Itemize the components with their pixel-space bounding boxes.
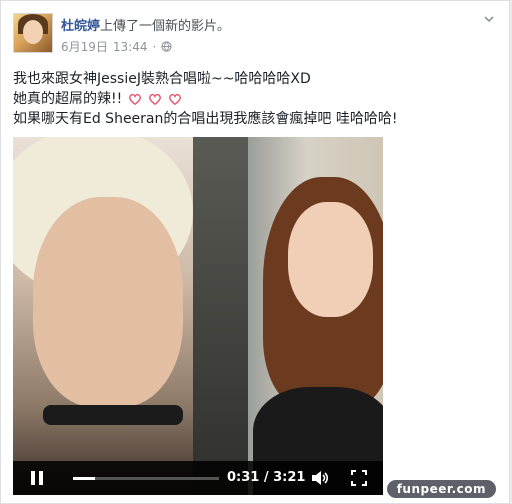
caption-line-1: 我也來跟女神JessieJ裝熟合唱啦~~哈哈哈哈XD — [13, 71, 311, 87]
globe-icon[interactable] — [161, 41, 172, 52]
post-time[interactable]: 13:44 — [113, 40, 148, 54]
caption-line-2: 她真的超屌的辣!! — [13, 89, 499, 109]
watermark: funpeer.com — [386, 480, 496, 498]
post-header: 杜皖婷上傳了一個新的影片。 — [61, 15, 230, 34]
avatar[interactable] — [13, 13, 53, 53]
right-person-face — [288, 202, 373, 317]
right-window-frame — [193, 137, 248, 495]
caption-line-3: 如果哪天有Ed Sheeran的合唱出現我應該會瘋掉吧 哇哈哈哈! — [13, 111, 398, 127]
left-person-choker — [43, 405, 183, 425]
heart-icon — [149, 93, 162, 106]
pause-bar — [31, 471, 35, 485]
timecode: 0:31 / 3:21 — [227, 470, 306, 485]
caption-line-2-text: 她真的超屌的辣!! — [13, 91, 123, 107]
video-frame-right — [193, 137, 383, 495]
post-action: 上傳了一個新的影片。 — [100, 19, 231, 34]
chevron-down-icon[interactable] — [481, 13, 497, 29]
fullscreen-icon[interactable] — [351, 470, 367, 486]
progress-bar[interactable] — [73, 477, 219, 480]
volume-icon[interactable] — [311, 470, 329, 486]
author-name[interactable]: 杜皖婷 — [61, 19, 100, 34]
video-frame-left — [13, 137, 193, 495]
video-controls: 0:31 / 3:21 — [13, 461, 383, 495]
post-meta: 6月19日 13:44 · — [61, 38, 172, 55]
pause-icon[interactable] — [31, 471, 45, 485]
meta-separator: · — [152, 39, 157, 54]
post-caption: 我也來跟女神JessieJ裝熟合唱啦~~哈哈哈哈XD 她真的超屌的辣!! 如果哪… — [13, 69, 499, 129]
heart-icon — [129, 93, 142, 106]
left-person-face — [33, 197, 183, 407]
post-card: 杜皖婷上傳了一個新的影片。 6月19日 13:44 · 我也來跟女神Jessie… — [0, 0, 510, 504]
pause-bar — [39, 471, 43, 485]
progress-fill — [73, 477, 96, 480]
video-player[interactable]: 0:31 / 3:21 — [13, 137, 383, 495]
post-date[interactable]: 6月19日 — [61, 38, 108, 55]
heart-icon — [169, 93, 182, 106]
avatar-face — [23, 20, 43, 44]
